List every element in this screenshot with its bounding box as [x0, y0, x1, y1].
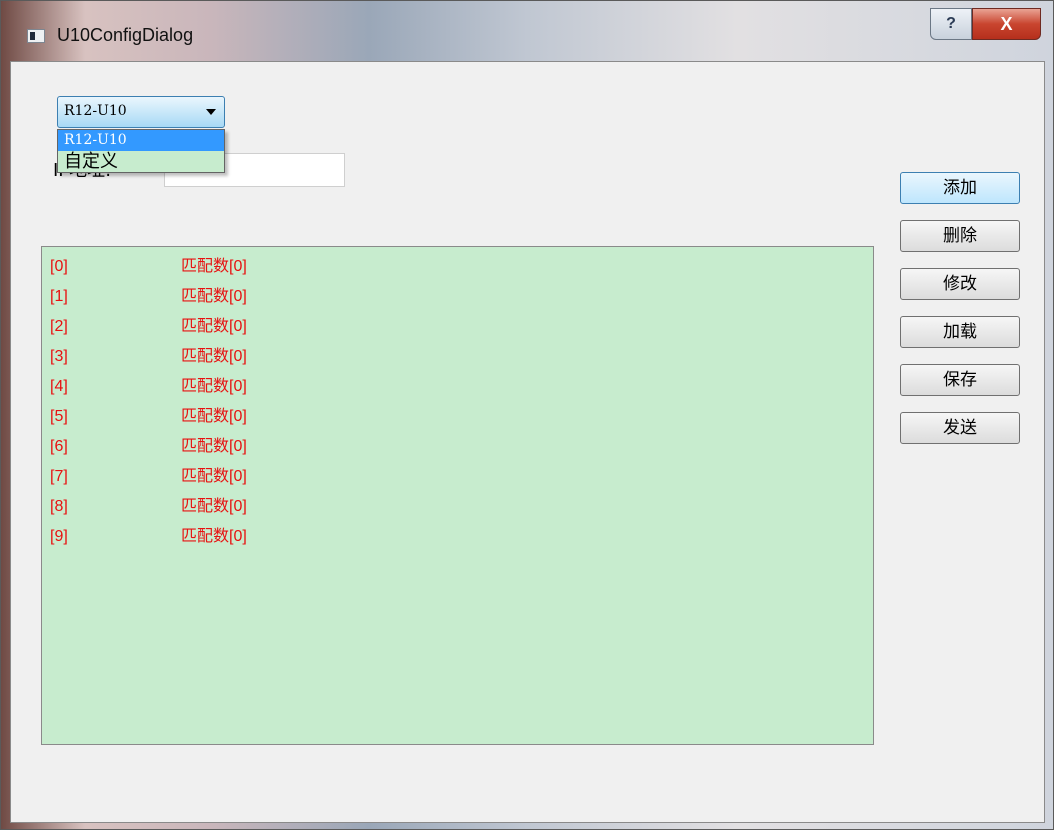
list-item[interactable]: [3] 匹配数[0]	[42, 337, 873, 367]
window-title: U10ConfigDialog	[57, 25, 194, 45]
dropdown-option-r12-u10[interactable]: R12-U10	[58, 130, 224, 151]
list-item[interactable]: [5] 匹配数[0]	[42, 397, 873, 427]
add-button[interactable]: 添加	[900, 172, 1020, 204]
dialog-client-area: R12-U10 R12-U10 自定义 IP地址: [0]匹配数[0] [1]匹…	[10, 61, 1045, 823]
list-item[interactable]: [2] 匹配数[0]	[42, 307, 873, 337]
modify-button[interactable]: 修改	[900, 268, 1020, 300]
match-list[interactable]: [0] 匹配数[0] [1] 匹配数[0] [2] 匹配数[0] [3] 匹配数[0] …	[41, 246, 874, 745]
list-item-count: 匹配数[0]	[181, 528, 247, 545]
list-item-index: [9]	[50, 528, 68, 545]
combobox-selected-value: R12-U10	[64, 103, 127, 119]
list-item[interactable]: [1] 匹配数[0]	[42, 277, 873, 307]
chevron-down-icon[interactable]	[206, 109, 216, 115]
list-item[interactable]: [0] 匹配数[0]	[42, 247, 873, 277]
preset-combobox[interactable]: R12-U10	[57, 96, 225, 128]
dropdown-option-custom[interactable]: 自定义	[58, 151, 224, 172]
app-icon	[27, 29, 45, 43]
list-item[interactable]: [4] 匹配数[0]	[42, 367, 873, 397]
list-item[interactable]: [6] 匹配数[0]	[42, 427, 873, 457]
list-item[interactable]: [8] 匹配数[0]	[42, 487, 873, 517]
load-button[interactable]: 加载	[900, 316, 1020, 348]
delete-button[interactable]: 删除	[900, 220, 1020, 252]
combobox-dropdown-list: R12-U10 自定义	[57, 129, 225, 173]
dialog-window: U10ConfigDialog ? X R12-U10 R12-U10 自定义 …	[0, 0, 1054, 830]
close-button[interactable]: X	[972, 8, 1041, 40]
help-button[interactable]: ?	[930, 8, 972, 40]
save-button[interactable]: 保存	[900, 364, 1020, 396]
send-button[interactable]: 发送	[900, 412, 1020, 444]
list-item[interactable]: [9] 匹配数[0]	[42, 517, 873, 547]
list-item[interactable]: [7] 匹配数[0]	[42, 457, 873, 487]
title-bar[interactable]: U10ConfigDialog ? X	[1, 1, 1053, 61]
